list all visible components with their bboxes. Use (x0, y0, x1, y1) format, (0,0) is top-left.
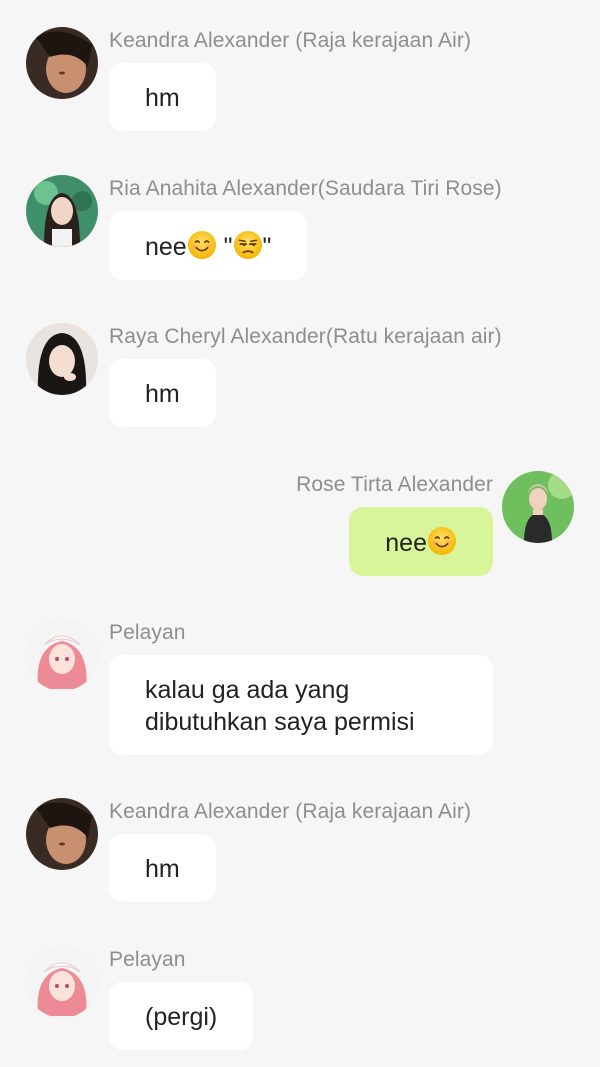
message-text: kalau ga ada yang dibutuhkan saya permis… (145, 676, 415, 736)
message-bubble[interactable]: hm (109, 359, 216, 427)
avatar-keandra-icon (26, 27, 98, 99)
sender-name: Pelayan (109, 621, 186, 644)
message-text: hm (145, 855, 180, 883)
avatar[interactable] (26, 619, 98, 691)
message-text: " (262, 233, 272, 261)
sender-name: Keandra Alexander (Raja kerajaan Air) (109, 29, 472, 52)
avatar-raya-icon (26, 323, 98, 395)
sender-name: Raya Cheryl Alexander(Ratu kerajaan air) (109, 325, 502, 348)
sender-name: Pelayan (109, 948, 186, 971)
avatar-keandra-icon (26, 798, 98, 870)
message-text: hm (145, 84, 180, 112)
smiling-face-emoji-icon (187, 230, 216, 260)
message-text: nee (385, 529, 427, 557)
smiling-face-emoji-icon (427, 526, 457, 556)
message-text: (pergi) (145, 1003, 218, 1031)
avatar[interactable] (26, 323, 98, 395)
sender-name: Keandra Alexander (Raja kerajaan Air) (109, 800, 472, 823)
message-bubble[interactable]: kalau ga ada yang dibutuhkan saya permis… (109, 655, 493, 755)
avatar-pelayan-icon (26, 946, 98, 1018)
message-text: hm (145, 380, 180, 408)
avatar[interactable] (502, 471, 574, 543)
avatar-ria-icon (26, 175, 98, 247)
sender-name: Ria Anahita Alexander(Saudara Tiri Rose) (109, 177, 502, 200)
unamused-face-emoji-icon (233, 230, 262, 260)
message-bubble[interactable]: (pergi) (109, 982, 254, 1050)
sender-name: Rose Tirta Alexander (296, 473, 493, 496)
message-bubble[interactable]: nee " " (109, 211, 308, 280)
message-bubble[interactable]: nee (349, 507, 493, 576)
avatar[interactable] (26, 946, 98, 1018)
message-text: nee (145, 233, 187, 261)
chat-view: Keandra Alexander (Raja kerajaan Air) hm… (0, 0, 600, 1067)
message-text: " (216, 233, 233, 261)
message-bubble[interactable]: hm (109, 834, 216, 902)
avatar-rose-icon (502, 471, 574, 543)
message-bubble[interactable]: hm (109, 63, 216, 131)
avatar[interactable] (26, 798, 98, 870)
avatar[interactable] (26, 27, 98, 99)
avatar[interactable] (26, 175, 98, 247)
avatar-pelayan-icon (26, 619, 98, 691)
